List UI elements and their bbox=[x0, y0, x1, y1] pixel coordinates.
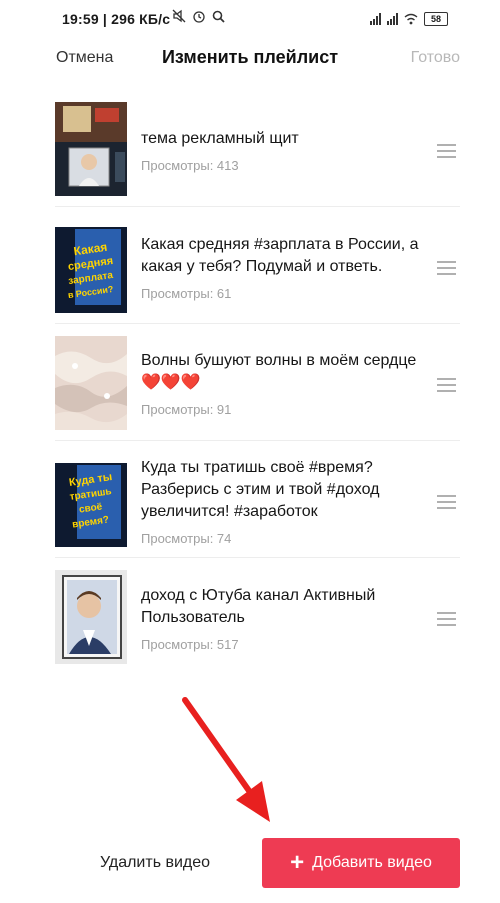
video-thumbnail: Какая средняя зарплата в России? bbox=[55, 219, 127, 313]
status-icons bbox=[172, 9, 225, 23]
battery-icon: 58 bbox=[424, 12, 448, 26]
signal-2-icon bbox=[387, 13, 398, 25]
wifi-icon bbox=[404, 13, 418, 25]
drag-handle-icon[interactable] bbox=[437, 378, 456, 392]
add-video-label: Добавить видео bbox=[312, 854, 432, 871]
header: Отмена Изменить плейлист Готово bbox=[0, 44, 500, 74]
video-title: доход с Ютуба канал Активный Пользовател… bbox=[141, 587, 376, 626]
playlist-item[interactable]: Волны бушуют волны в моём сердце ❤️❤️❤️ … bbox=[0, 336, 500, 436]
video-title: Волны бушуют волны в моём сердце ❤️❤️❤️ bbox=[141, 352, 417, 391]
playlist-item[interactable]: Какая средняя зарплата в России? Какая с… bbox=[0, 219, 500, 319]
video-views: Просмотры: 91 bbox=[141, 402, 232, 417]
status-time: 19:59 | 296 КБ/с bbox=[62, 11, 171, 27]
video-title: Куда ты тратишь своё #время? Разберись с… bbox=[141, 459, 380, 520]
drag-handle-icon[interactable] bbox=[437, 612, 456, 626]
playlist-item[interactable]: тема рекламный щит Просмотры: 413 bbox=[0, 102, 500, 202]
status-bar: 19:59 | 296 КБ/с 58 bbox=[0, 0, 500, 40]
video-info: Какая средняя #зарплата в России, а кака… bbox=[141, 234, 431, 301]
drag-handle-icon[interactable] bbox=[437, 495, 456, 509]
divider bbox=[55, 440, 460, 441]
playlist-item[interactable]: доход с Ютуба канал Активный Пользовател… bbox=[0, 570, 500, 670]
signal-icon bbox=[370, 13, 381, 25]
video-thumbnail bbox=[55, 336, 127, 430]
video-views: Просмотры: 74 bbox=[141, 531, 232, 546]
bottom-action-bar: Удалить видео + Добавить видео bbox=[0, 838, 500, 890]
plus-icon: + bbox=[290, 849, 305, 876]
cancel-button[interactable]: Отмена bbox=[56, 49, 113, 67]
divider bbox=[55, 323, 460, 324]
delete-video-button[interactable]: Удалить видео bbox=[60, 838, 250, 888]
video-info: Куда ты тратишь своё #время? Разберись с… bbox=[141, 457, 431, 546]
video-views: Просмотры: 517 bbox=[141, 637, 239, 652]
divider bbox=[55, 557, 460, 558]
video-thumbnail bbox=[55, 570, 127, 664]
video-views: Просмотры: 61 bbox=[141, 286, 232, 301]
video-info: Волны бушуют волны в моём сердце ❤️❤️❤️ … bbox=[141, 350, 431, 417]
video-title: Какая средняя #зарплата в России, а кака… bbox=[141, 236, 419, 275]
status-right-icons: 58 bbox=[370, 12, 448, 26]
video-info: тема рекламный щит Просмотры: 413 bbox=[141, 128, 431, 173]
video-thumbnail: Куда ты тратишь своё время? bbox=[55, 453, 127, 547]
add-video-button[interactable]: + Добавить видео bbox=[262, 838, 460, 888]
video-thumbnail bbox=[55, 102, 127, 196]
drag-handle-icon[interactable] bbox=[437, 261, 456, 275]
done-button[interactable]: Готово bbox=[411, 49, 460, 67]
divider bbox=[55, 206, 460, 207]
video-title: тема рекламный щит bbox=[141, 130, 299, 147]
playlist-item[interactable]: Куда ты тратишь своё время? Куда ты трат… bbox=[0, 453, 500, 553]
video-views: Просмотры: 413 bbox=[141, 158, 239, 173]
alarm-icon bbox=[193, 11, 205, 23]
drag-handle-icon[interactable] bbox=[437, 144, 456, 158]
video-info: доход с Ютуба канал Активный Пользовател… bbox=[141, 585, 431, 652]
mute-icon bbox=[172, 9, 186, 23]
search-icon bbox=[212, 10, 225, 23]
